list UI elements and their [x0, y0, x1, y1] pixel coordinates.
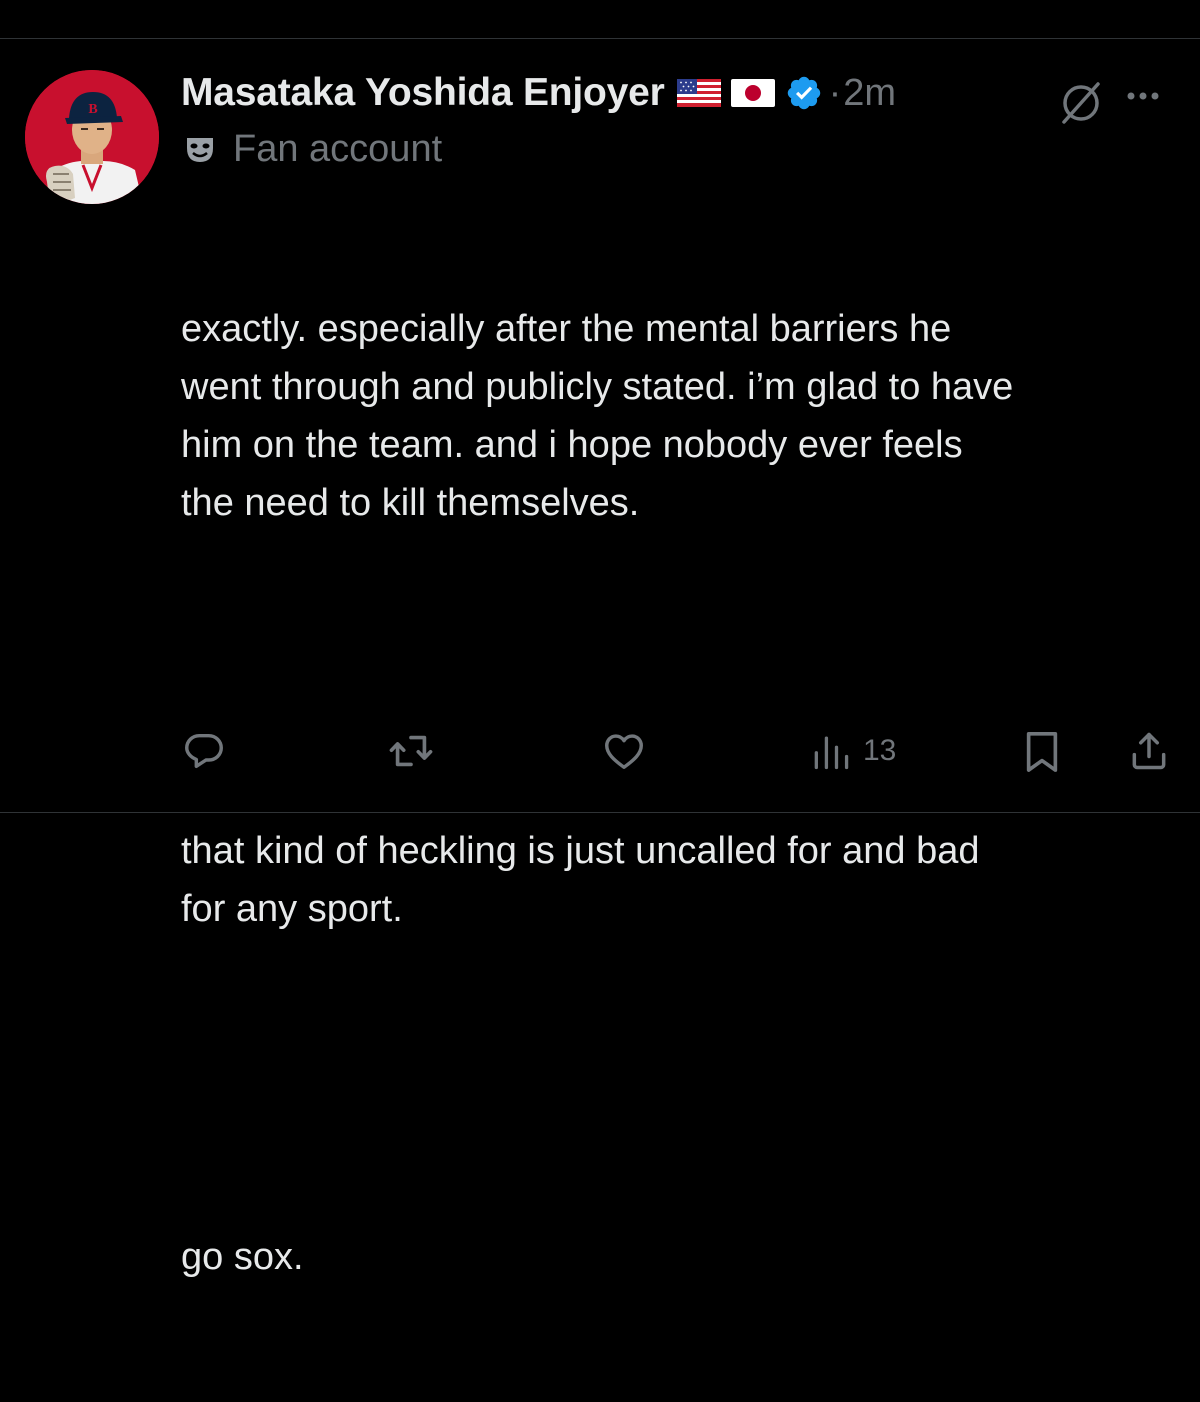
bookmark-icon	[1026, 732, 1058, 772]
action-bar: 13	[181, 728, 1171, 778]
like-icon	[605, 734, 643, 770]
account-label[interactable]: Fan account	[181, 122, 1181, 176]
views-button[interactable]: 13	[809, 728, 896, 774]
verified-badge-icon[interactable]	[785, 74, 823, 112]
timestamp[interactable]: 2m	[843, 72, 896, 115]
account-label-text: Fan account	[233, 127, 443, 170]
tweet-text: exactly. especially after the mental bar…	[181, 184, 1191, 1402]
tweet-header: Masataka Yoshida Enjoyer · 2m	[181, 62, 1181, 124]
japan-flag-icon	[730, 79, 775, 107]
grok-icon[interactable]	[1058, 80, 1104, 126]
bottom-divider	[0, 812, 1200, 813]
like-button[interactable]	[601, 728, 647, 774]
reply-icon	[185, 733, 223, 769]
tweet-paragraph: go sox.	[181, 1236, 304, 1278]
views-icon	[814, 736, 849, 770]
more-options-icon[interactable]	[1126, 90, 1160, 102]
svg-text:B: B	[88, 102, 97, 117]
theater-masks-icon	[185, 134, 215, 164]
retweet-icon	[389, 735, 433, 767]
reply-button[interactable]	[181, 728, 227, 774]
share-button[interactable]	[1127, 728, 1171, 774]
top-divider	[0, 38, 1200, 39]
tweet-paragraph: that kind of heckling is just uncalled f…	[181, 830, 980, 930]
bookmark-button[interactable]	[1021, 728, 1063, 774]
tweet-paragraph: exactly. especially after the mental bar…	[181, 308, 1014, 524]
share-icon	[1132, 732, 1166, 770]
us-flag-icon	[676, 79, 721, 107]
retweet-button[interactable]	[386, 728, 436, 774]
display-name[interactable]: Masataka Yoshida Enjoyer	[181, 71, 665, 115]
avatar[interactable]: B	[25, 70, 159, 204]
separator-dot: ·	[828, 71, 842, 114]
views-count: 13	[863, 734, 897, 767]
